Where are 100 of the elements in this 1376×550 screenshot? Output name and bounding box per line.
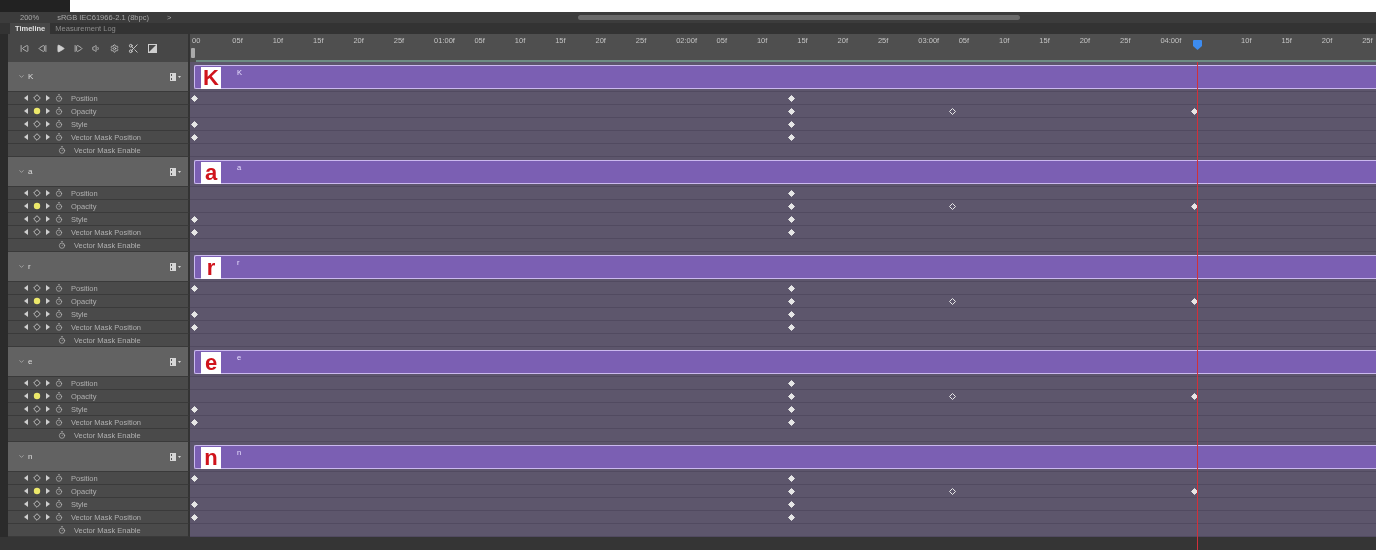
next-keyframe-icon[interactable] [46,285,50,291]
stopwatch-icon[interactable] [55,379,63,387]
next-keyframe-icon[interactable] [46,216,50,222]
keyframe-icon[interactable] [190,406,198,413]
keyframe-icon[interactable] [787,203,795,210]
next-keyframe-icon[interactable] [46,190,50,196]
keyframe-icon[interactable] [190,285,198,292]
keyframe-toggle-icon[interactable] [33,202,41,210]
keyframe-icon[interactable] [787,324,795,331]
keyframe-icon[interactable] [1191,393,1199,400]
layer-name[interactable]: e [28,357,33,366]
keyframe-icon[interactable] [787,216,795,223]
keyframe-icon[interactable] [190,134,198,141]
previous-keyframe-icon[interactable] [24,514,28,520]
keyframe-toggle-icon[interactable] [33,284,41,292]
stopwatch-icon[interactable] [58,431,66,439]
keyframe-toggle-icon[interactable] [33,379,41,387]
film-strip-icon[interactable] [170,452,182,461]
keyframe-icon[interactable] [787,298,795,305]
layer-name[interactable]: K [28,72,34,81]
keyframe-icon[interactable] [949,393,957,400]
stopwatch-icon[interactable] [55,474,63,482]
keyframe-toggle-icon[interactable] [33,228,41,236]
layer-header[interactable]: e [8,347,190,377]
keyframe-icon[interactable] [949,488,957,495]
stopwatch-icon[interactable] [55,392,63,400]
keyframe-icon[interactable] [190,311,198,318]
keyframe-toggle-icon[interactable] [33,310,41,318]
next-keyframe-icon[interactable] [46,393,50,399]
layer-name[interactable]: r [28,262,31,271]
keyframe-toggle-icon[interactable] [33,513,41,521]
work-area-start-handle[interactable] [191,48,195,58]
layer-name[interactable]: n [28,452,33,461]
previous-keyframe-icon[interactable] [24,190,28,196]
keyframe-toggle-icon[interactable] [33,297,41,305]
stopwatch-icon[interactable] [55,297,63,305]
keyframe-toggle-icon[interactable] [33,120,41,128]
keyframe-icon[interactable] [787,419,795,426]
keyframe-icon[interactable] [190,501,198,508]
keyframe-toggle-icon[interactable] [33,133,41,141]
keyframe-icon[interactable] [787,501,795,508]
next-keyframe-icon[interactable] [46,121,50,127]
keyframe-icon[interactable] [787,134,795,141]
stopwatch-icon[interactable] [55,228,63,236]
keyframe-icon[interactable] [949,108,957,115]
next-keyframe-icon[interactable] [46,298,50,304]
previous-keyframe-icon[interactable] [24,229,28,235]
keyframe-icon[interactable] [190,324,198,331]
previous-keyframe-icon[interactable] [24,203,28,209]
stopwatch-icon[interactable] [55,418,63,426]
stopwatch-icon[interactable] [55,120,63,128]
go-to-first-frame-icon[interactable] [20,43,29,53]
keyframe-icon[interactable] [787,393,795,400]
keyframe-icon[interactable] [949,203,957,210]
previous-keyframe-icon[interactable] [24,406,28,412]
stopwatch-icon[interactable] [58,526,66,534]
next-keyframe-icon[interactable] [46,488,50,494]
keyframe-icon[interactable] [190,229,198,236]
keyframe-toggle-icon[interactable] [33,474,41,482]
film-strip-icon[interactable] [170,72,182,81]
stopwatch-icon[interactable] [55,500,63,508]
previous-keyframe-icon[interactable] [24,121,28,127]
next-keyframe-icon[interactable] [46,501,50,507]
next-keyframe-icon[interactable] [46,229,50,235]
next-keyframe-icon[interactable] [46,203,50,209]
previous-keyframe-icon[interactable] [24,380,28,386]
stopwatch-icon[interactable] [58,146,66,154]
keyframe-icon[interactable] [190,419,198,426]
keyframe-toggle-icon[interactable] [33,107,41,115]
previous-keyframe-icon[interactable] [24,216,28,222]
next-keyframe-icon[interactable] [46,95,50,101]
stopwatch-icon[interactable] [55,284,63,292]
next-keyframe-icon[interactable] [46,108,50,114]
next-keyframe-icon[interactable] [46,406,50,412]
settings-icon[interactable] [110,43,119,53]
stopwatch-icon[interactable] [55,189,63,197]
playhead-handle[interactable] [1192,40,1202,50]
keyframe-icon[interactable] [787,190,795,197]
previous-keyframe-icon[interactable] [24,475,28,481]
stopwatch-icon[interactable] [55,94,63,102]
stopwatch-icon[interactable] [55,323,63,331]
keyframe-toggle-icon[interactable] [33,215,41,223]
stopwatch-icon[interactable] [55,107,63,115]
scrollbar[interactable] [578,15,1020,20]
keyframe-toggle-icon[interactable] [33,323,41,331]
previous-keyframe-icon[interactable] [24,298,28,304]
stopwatch-icon[interactable] [55,513,63,521]
keyframe-icon[interactable] [787,95,795,102]
keyframe-toggle-icon[interactable] [33,392,41,400]
previous-keyframe-icon[interactable] [24,108,28,114]
keyframe-icon[interactable] [1191,488,1199,495]
previous-frame-icon[interactable] [38,43,47,53]
previous-keyframe-icon[interactable] [24,324,28,330]
layer-name[interactable]: a [28,167,33,176]
layer-header[interactable]: a [8,157,190,187]
play-icon[interactable] [56,43,65,53]
stopwatch-icon[interactable] [55,310,63,318]
keyframe-icon[interactable] [787,285,795,292]
keyframe-icon[interactable] [1191,298,1199,305]
layer-header[interactable]: r [8,252,190,282]
